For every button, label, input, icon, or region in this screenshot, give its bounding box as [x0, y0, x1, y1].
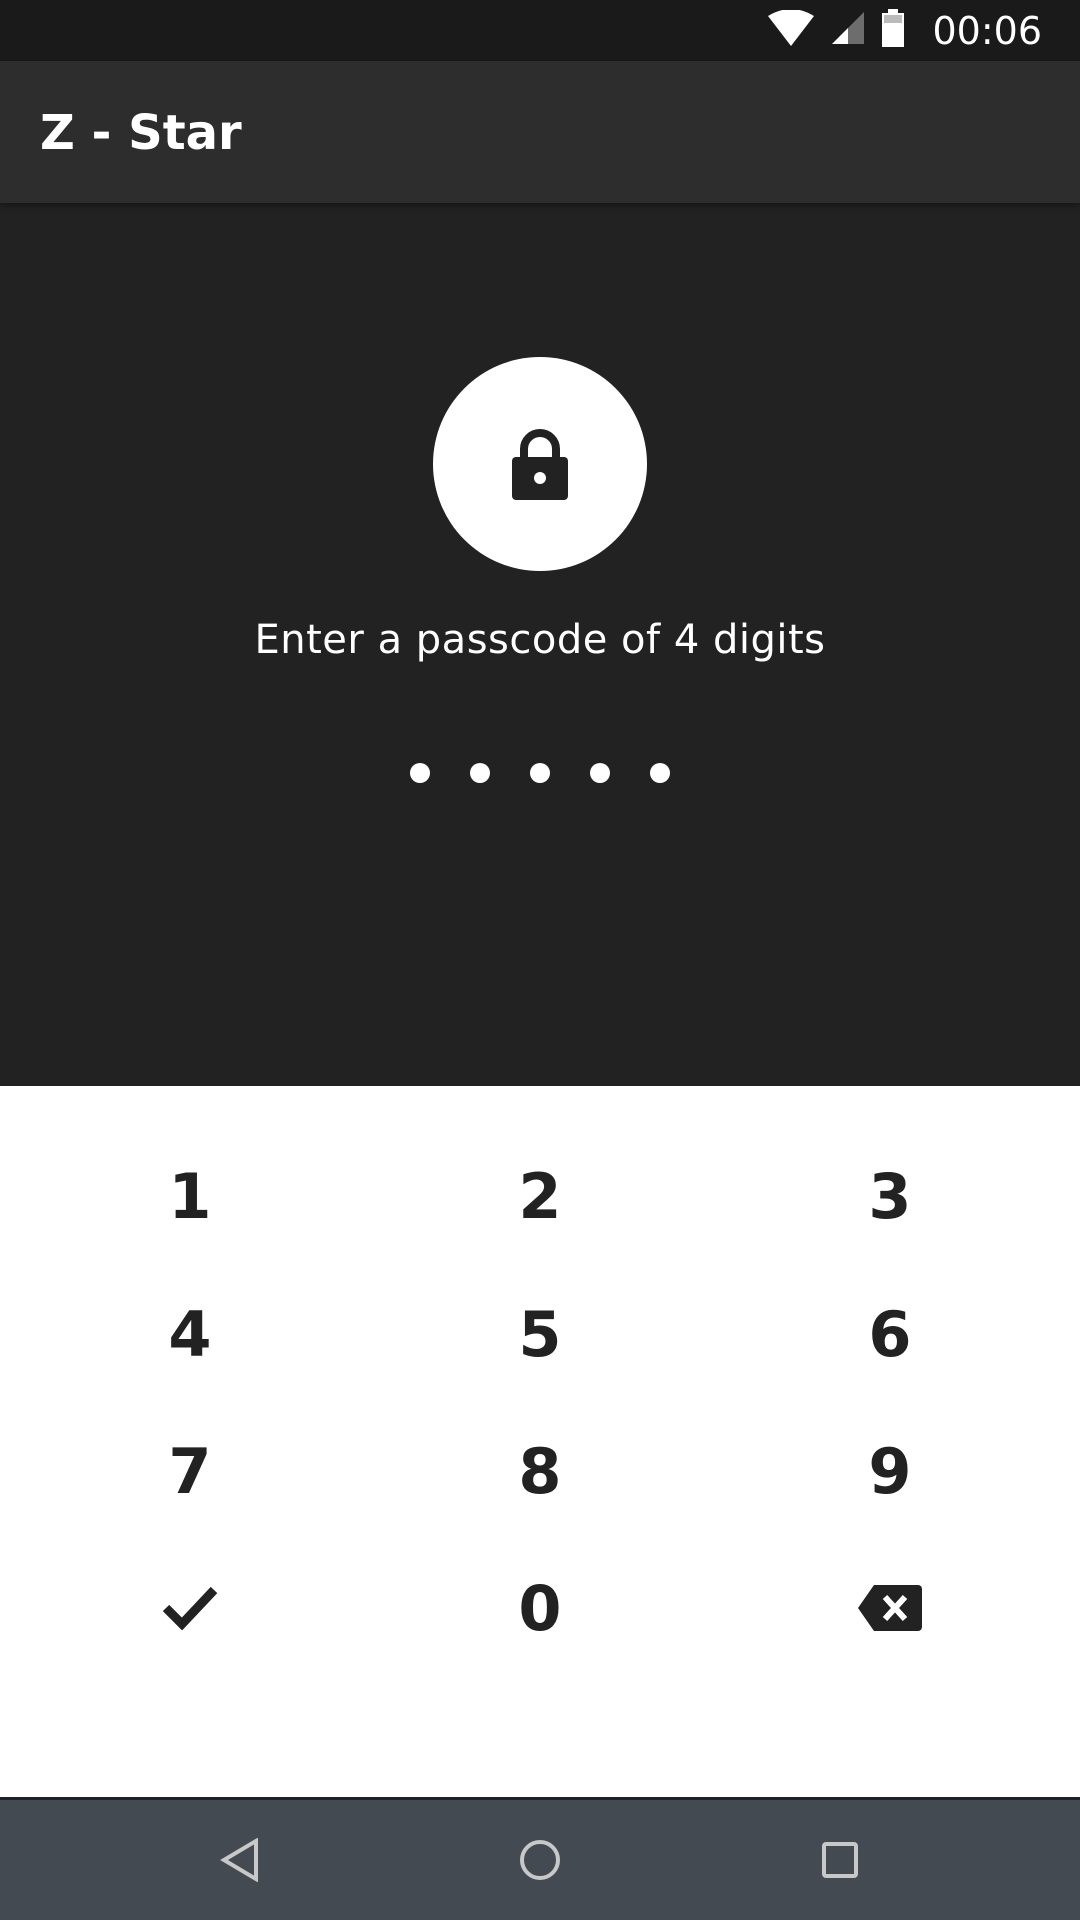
lock-badge — [433, 357, 647, 571]
recents-icon — [822, 1842, 858, 1878]
confirm-button[interactable] — [100, 1548, 280, 1668]
status-icons: 00:06 — [768, 0, 1042, 61]
back-icon — [220, 1838, 258, 1882]
passcode-prompt: Enter a passcode of 4 digits — [254, 617, 826, 663]
passcode-dot — [590, 763, 610, 783]
key-8[interactable]: 8 — [450, 1411, 630, 1531]
backspace-icon — [858, 1585, 922, 1631]
delete-button[interactable] — [800, 1548, 980, 1668]
app-bar: Z - Star — [0, 61, 1080, 203]
app-title: Z - Star — [40, 105, 242, 161]
key-7[interactable]: 7 — [100, 1411, 280, 1531]
battery-icon — [882, 9, 905, 52]
passcode-dot — [530, 763, 550, 783]
key-6[interactable]: 6 — [800, 1274, 980, 1394]
key-2[interactable]: 2 — [450, 1136, 630, 1256]
recents-button[interactable] — [810, 1830, 870, 1890]
wifi-icon — [768, 9, 815, 51]
key-5[interactable]: 5 — [450, 1274, 630, 1394]
back-button[interactable] — [210, 1830, 270, 1890]
number-keypad: 1 2 3 4 5 6 7 8 9 0 — [0, 1086, 1080, 1797]
home-button[interactable] — [510, 1830, 570, 1890]
check-icon — [162, 1586, 218, 1630]
status-bar: 00:06 — [0, 0, 1080, 61]
passcode-dots — [0, 763, 1080, 783]
status-time: 00:06 — [932, 8, 1042, 53]
home-icon — [520, 1840, 560, 1880]
key-9[interactable]: 9 — [800, 1411, 980, 1531]
cellular-signal-icon — [832, 12, 865, 49]
passcode-dot — [410, 763, 430, 783]
key-4[interactable]: 4 — [100, 1274, 280, 1394]
key-1[interactable]: 1 — [100, 1136, 280, 1256]
key-0[interactable]: 0 — [450, 1548, 630, 1668]
navigation-bar — [0, 1797, 1080, 1920]
lock-icon — [512, 429, 568, 500]
passcode-dot — [470, 763, 490, 783]
key-3[interactable]: 3 — [800, 1136, 980, 1256]
passcode-dot — [650, 763, 670, 783]
